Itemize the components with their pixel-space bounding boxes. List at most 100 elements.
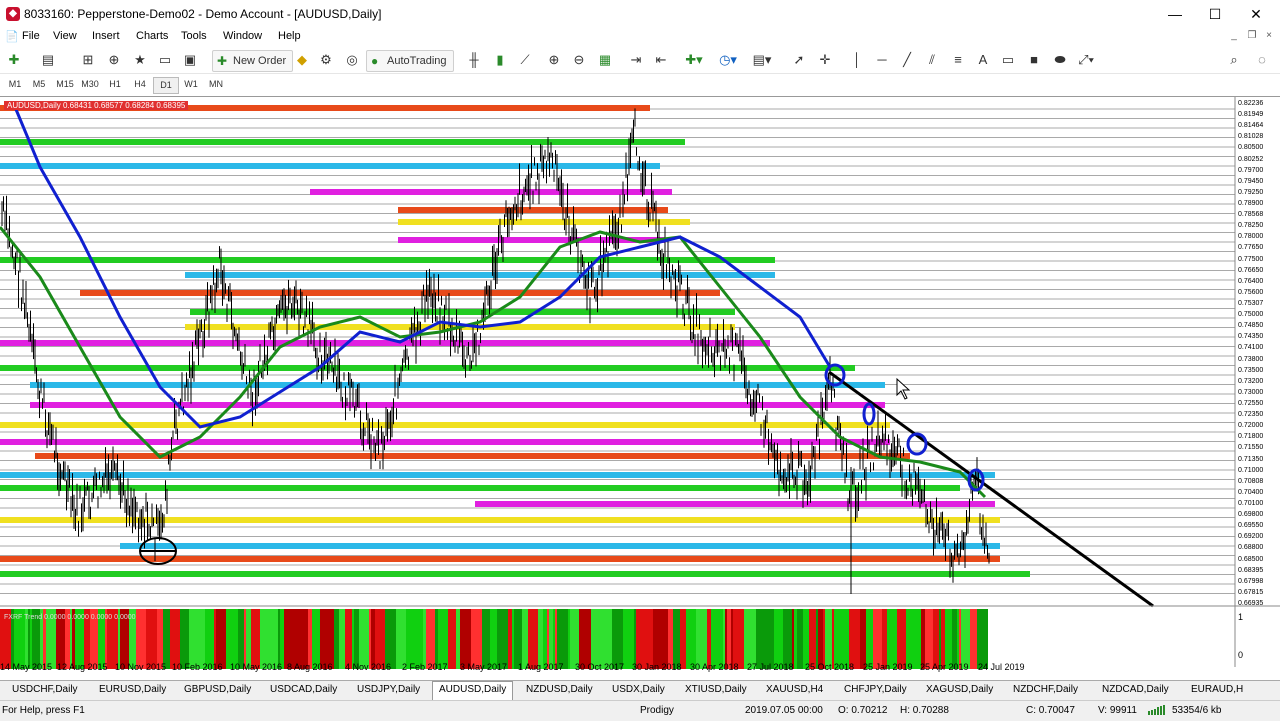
date-label: 25 Jan 2019: [863, 662, 913, 672]
auto-trading-button[interactable]: ● AutoTrading: [366, 50, 454, 72]
signals-icon[interactable]: ⚙: [316, 50, 336, 70]
minimize-button[interactable]: —: [1155, 4, 1195, 24]
menu-file[interactable]: File: [22, 30, 40, 42]
indicator-bar: [707, 609, 711, 669]
timeframe-h4[interactable]: H4: [128, 77, 152, 92]
timeframe-m5[interactable]: M5: [27, 77, 51, 92]
chart-shift-icon[interactable]: ⇥: [626, 50, 646, 70]
navigator-icon[interactable]: ★: [130, 50, 150, 70]
timeframe-w1[interactable]: W1: [179, 77, 203, 92]
metaeditor-icon[interactable]: ◆: [292, 50, 312, 70]
market-watch-icon[interactable]: ⊞: [78, 50, 98, 70]
vertical-line-icon[interactable]: │: [847, 50, 867, 70]
arrows-icon[interactable]: ⤢▾: [1076, 50, 1096, 70]
timeframe-d1[interactable]: D1: [153, 77, 179, 94]
crosshair-icon[interactable]: ✛: [815, 50, 835, 70]
periods-icon[interactable]: ◷▾: [718, 50, 738, 70]
child-close-icon[interactable]: ×: [1262, 30, 1276, 44]
indicator-bar: [906, 609, 910, 669]
indicator-bar: [731, 609, 733, 669]
ellipse-icon[interactable]: ⬬: [1050, 50, 1070, 70]
menu-tools[interactable]: Tools: [181, 30, 207, 42]
menu-view[interactable]: View: [53, 30, 77, 42]
level-zone: [80, 290, 720, 296]
text-label-icon[interactable]: ▭: [998, 50, 1018, 70]
indicator-bar: [783, 609, 792, 669]
timeframe-m15[interactable]: M15: [53, 77, 77, 92]
search-icon[interactable]: ⌕: [1224, 50, 1244, 70]
horizontal-line-icon[interactable]: ─: [872, 50, 892, 70]
tab-chfjpy[interactable]: CHFJPY,Daily: [844, 684, 907, 695]
tab-nzdcad[interactable]: NZDCAD,Daily: [1102, 684, 1169, 695]
terminal-icon[interactable]: ▭: [155, 50, 175, 70]
tab-eurusd[interactable]: EURUSD,Daily: [99, 684, 166, 695]
price-label: 0.68800: [1238, 544, 1264, 552]
fibonacci-icon[interactable]: ≡: [948, 50, 968, 70]
tab-nzdchf[interactable]: NZDCHF,Daily: [1013, 684, 1078, 695]
templates-icon[interactable]: ▤▾: [752, 50, 772, 70]
close-button[interactable]: ✕: [1236, 4, 1276, 24]
indicator-bar: [636, 609, 644, 669]
tab-xauusd[interactable]: XAUUSD,H4: [766, 684, 823, 695]
menu-charts[interactable]: Charts: [136, 30, 168, 42]
timeframe-m30[interactable]: M30: [78, 77, 102, 92]
child-minimize-icon[interactable]: _: [1227, 30, 1241, 44]
profiles-icon[interactable]: ▤: [38, 50, 58, 70]
rectangle-icon[interactable]: ■: [1024, 50, 1044, 70]
tab-xagusd[interactable]: XAGUSD,Daily: [926, 684, 993, 695]
line-chart-icon[interactable]: ⟋: [515, 50, 535, 70]
zoom-in-icon[interactable]: ⊕: [544, 50, 564, 70]
indicators-icon[interactable]: ✚▾: [684, 50, 704, 70]
new-order-button[interactable]: ✚ New Order: [212, 50, 294, 72]
timeframe-h1[interactable]: H1: [103, 77, 127, 92]
indicator-bar: [727, 609, 731, 669]
indicator-bar: [170, 609, 180, 669]
maximize-button[interactable]: ☐: [1195, 4, 1235, 24]
indicator-bar: [435, 609, 438, 669]
autoscroll-icon[interactable]: ⇤: [651, 50, 671, 70]
menu-insert[interactable]: Insert: [92, 30, 120, 42]
text-tool-icon[interactable]: A: [973, 50, 993, 70]
indicator-bar: [269, 609, 278, 669]
chat-icon[interactable]: ◌: [1252, 50, 1272, 70]
level-zone: [0, 571, 1030, 577]
trendline-icon[interactable]: ╱: [897, 50, 917, 70]
level-zone: [0, 340, 770, 346]
timeframe-mn[interactable]: MN: [204, 77, 228, 92]
strategy-tester-icon[interactable]: ▣: [180, 50, 200, 70]
level-zone: [0, 365, 855, 371]
indicator-bar: [413, 609, 423, 669]
profile-name[interactable]: Prodigy: [640, 705, 674, 716]
timeframe-m1[interactable]: M1: [3, 77, 27, 92]
tab-usdx[interactable]: USDX,Daily: [612, 684, 665, 695]
indicator-bar: [163, 609, 170, 669]
indicator-bar: [292, 609, 300, 669]
menu-window[interactable]: Window: [223, 30, 262, 42]
child-restore-icon[interactable]: ❐: [1245, 30, 1259, 44]
tab-xtiusd[interactable]: XTIUSD,Daily: [685, 684, 747, 695]
cursor-icon[interactable]: ➚: [789, 50, 809, 70]
indicator-bar: [396, 609, 406, 669]
equidistant-channel-icon[interactable]: ⫽: [922, 50, 942, 70]
tab-euraud[interactable]: EURAUD,H: [1191, 684, 1243, 695]
market-icon[interactable]: ◎: [342, 50, 362, 70]
tab-nzdusd[interactable]: NZDUSD,Daily: [526, 684, 593, 695]
tab-usdjpy[interactable]: USDJPY,Daily: [357, 684, 420, 695]
connection-traffic[interactable]: 53354/6 kb: [1172, 705, 1222, 716]
price-label: 0.67815: [1238, 588, 1264, 596]
zoom-out-icon[interactable]: ⊖: [569, 50, 589, 70]
menu-help[interactable]: Help: [278, 30, 301, 42]
price-label: 0.78568: [1238, 211, 1264, 219]
tab-gbpusd[interactable]: GBPUSD,Daily: [184, 684, 251, 695]
tab-usdchf[interactable]: USDCHF,Daily: [12, 684, 78, 695]
tile-windows-icon[interactable]: ▦: [595, 50, 615, 70]
tab-usdcad[interactable]: USDCAD,Daily: [270, 684, 337, 695]
data-window-icon[interactable]: ⊕: [104, 50, 124, 70]
bar-chart-icon[interactable]: ╫: [464, 50, 484, 70]
level-zone: [0, 422, 890, 428]
price-chart[interactable]: [0, 97, 1280, 677]
indicator-bar: [587, 609, 591, 669]
new-chart-icon[interactable]: ✚: [4, 50, 24, 70]
price-label: 0.71350: [1238, 455, 1264, 463]
candlestick-icon[interactable]: ▮: [490, 50, 510, 70]
